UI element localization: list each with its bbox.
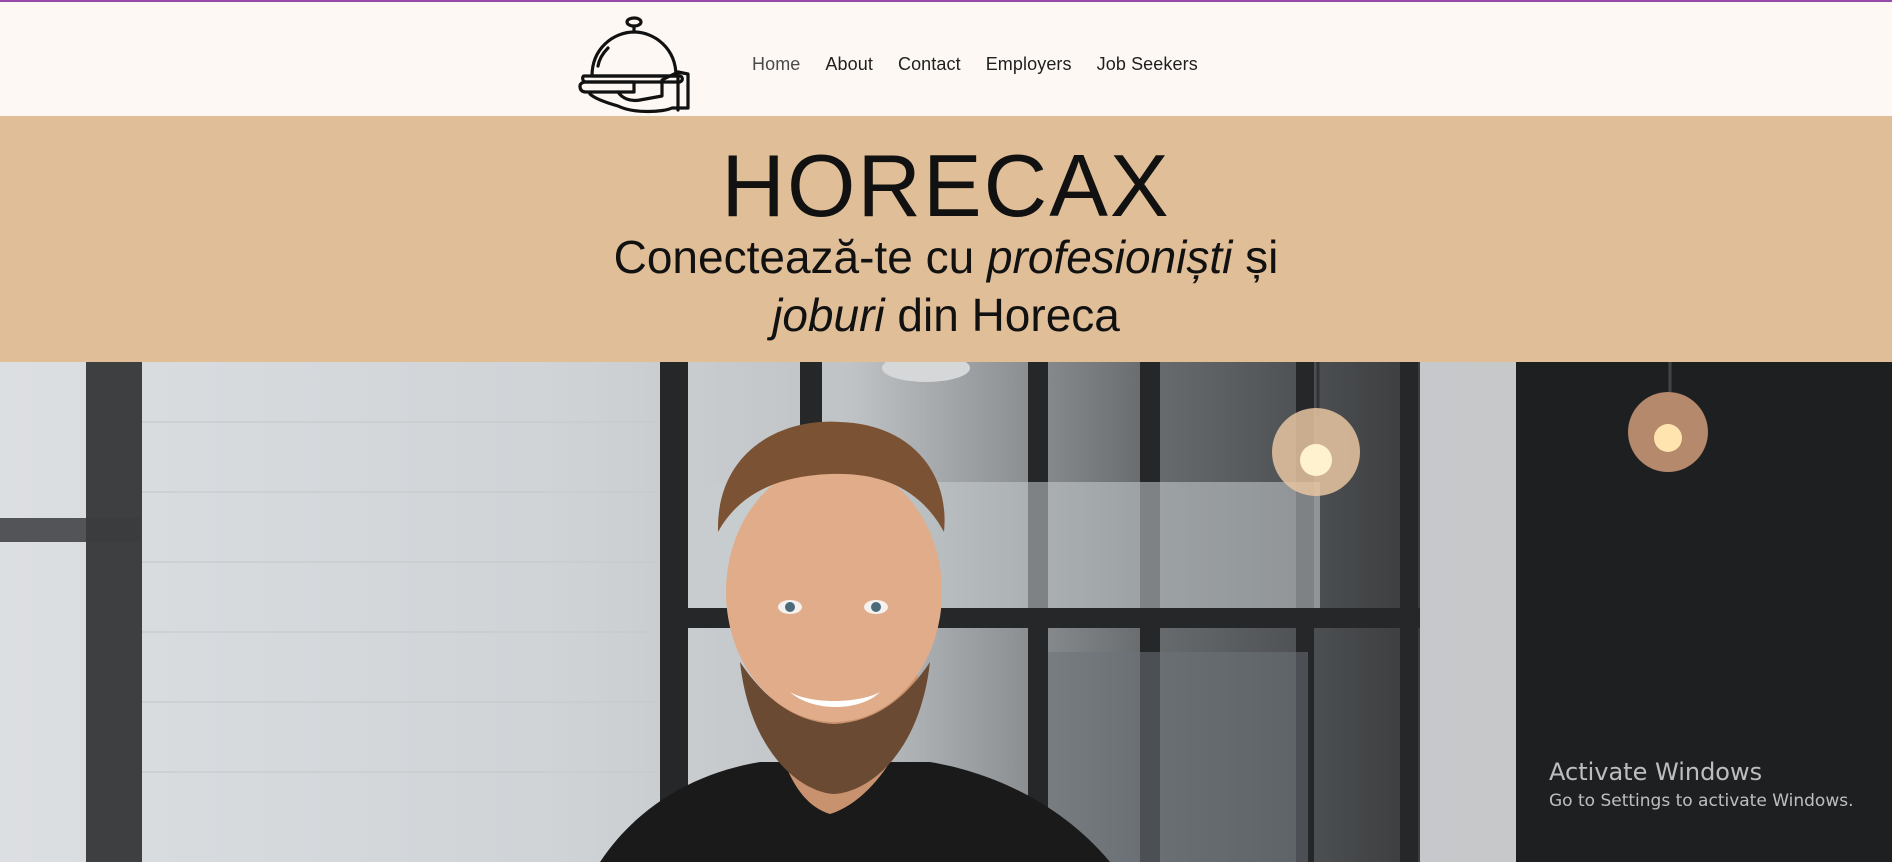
site-header: Home About Contact Employers Job Seekers bbox=[0, 2, 1892, 116]
nav-employers[interactable]: Employers bbox=[986, 54, 1072, 75]
tagline: Conectează-te cu profesioniști și joburi… bbox=[0, 228, 1892, 344]
title-band: HORECAX Conectează-te cu profesioniști ș… bbox=[0, 116, 1892, 362]
tagline-part2: și bbox=[1232, 231, 1279, 283]
site-title: HORECAX bbox=[721, 136, 1171, 235]
tagline-emphasis-jobs: joburi bbox=[772, 289, 885, 341]
tagline-emphasis-professionals: profesioniști bbox=[986, 231, 1233, 283]
tagline-part3: din Horeca bbox=[884, 289, 1120, 341]
nav-about[interactable]: About bbox=[825, 54, 873, 75]
tagline-part1: Conectează-te cu bbox=[613, 231, 987, 283]
nav-job-seekers[interactable]: Job Seekers bbox=[1097, 54, 1198, 75]
main-nav: Home About Contact Employers Job Seekers bbox=[752, 54, 1223, 75]
watermark-title: Activate Windows bbox=[1549, 758, 1763, 786]
cloche-logo-icon[interactable] bbox=[574, 14, 694, 118]
watermark-subtitle: Go to Settings to activate Windows. bbox=[1549, 791, 1854, 811]
nav-contact[interactable]: Contact bbox=[898, 54, 961, 75]
nav-home[interactable]: Home bbox=[752, 54, 800, 75]
windows-activation-watermark: Activate Windows Go to Settings to activ… bbox=[1549, 757, 1854, 813]
